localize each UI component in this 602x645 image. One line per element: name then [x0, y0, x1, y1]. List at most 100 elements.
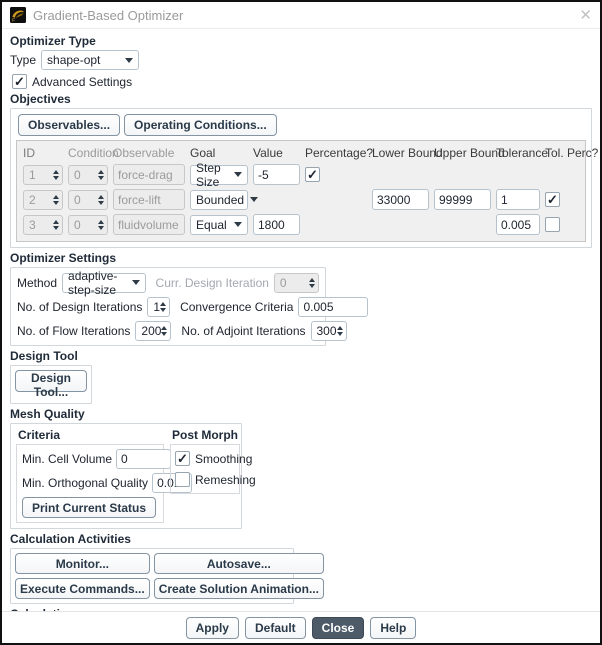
spinner-arrows-icon[interactable]	[336, 325, 343, 336]
spinner-arrows-icon[interactable]	[161, 325, 168, 336]
post-morph-group: Smoothing Remeshing	[170, 444, 256, 494]
id-spinner: 1	[23, 164, 63, 185]
create-solution-animation-button[interactable]: Create Solution Animation...	[153, 578, 324, 599]
remeshing-checkbox[interactable]	[175, 472, 190, 487]
spinner-arrows-icon[interactable]	[53, 194, 59, 205]
min-cell-volume-label: Min. Cell Volume	[22, 452, 113, 466]
curr-design-iteration-spinner: 0	[273, 272, 319, 293]
spinner-arrows-icon[interactable]	[53, 169, 59, 180]
col-header-upper-bound: Upper Bound	[434, 146, 505, 160]
adjoint-iterations-label: No. of Adjoint Iterations	[181, 323, 306, 338]
help-button[interactable]: Help	[370, 616, 417, 639]
dialog-title: Gradient-Based Optimizer	[33, 7, 184, 23]
advanced-settings-label: Advanced Settings	[32, 74, 133, 89]
optimizer-type-section-label: Optimizer Type	[10, 34, 96, 48]
chevron-down-icon	[234, 222, 242, 227]
title-bar: F Gradient-Based Optimizer ✕	[2, 2, 600, 29]
footer-button-bar: Apply Default Close Help	[2, 611, 600, 643]
chevron-down-icon	[125, 57, 134, 63]
objectives-table: ID Condition Observable Goal Value Perce…	[16, 140, 599, 242]
chevron-down-icon	[234, 172, 242, 177]
criteria-group: Min. Cell Volume Min. Orthogonal Quality…	[16, 444, 193, 523]
monitor-button[interactable]: Monitor...	[15, 553, 150, 574]
observable-field	[113, 164, 185, 185]
close-button[interactable]: Close	[311, 616, 365, 639]
spinner-arrows-icon[interactable]	[98, 194, 104, 205]
col-header-tolerance: Tolerance	[496, 146, 549, 160]
percentage-checkbox[interactable]	[305, 167, 320, 182]
goal-dropdown[interactable]: Equal	[190, 214, 248, 235]
print-current-status-button[interactable]: Print Current Status	[22, 497, 157, 518]
spinner-arrows-icon	[309, 277, 315, 288]
col-header-tol-perc: Tol. Perc?	[545, 146, 599, 160]
col-header-value: Value	[253, 146, 283, 160]
design-tool-section-label: Design Tool	[10, 349, 78, 363]
tolerance-input[interactable]	[496, 214, 540, 235]
design-tool-group: Design Tool...	[10, 365, 92, 404]
flow-iterations-label: No. of Flow Iterations	[17, 323, 131, 338]
tolerance-input[interactable]	[496, 189, 540, 210]
adjoint-iterations-spinner[interactable]: 300	[310, 320, 347, 341]
mesh-quality-group: Criteria Min. Cell Volume Min. Orthogona…	[10, 423, 256, 529]
execute-commands-button[interactable]: Execute Commands...	[15, 578, 150, 599]
objectives-group: Observables... Operating Conditions... I…	[10, 108, 599, 248]
convergence-criteria-label: Convergence Criteria	[180, 299, 294, 314]
spinner-arrows-icon[interactable]	[98, 219, 104, 230]
tol-perc-checkbox[interactable]	[545, 217, 560, 232]
smoothing-checkbox[interactable]	[175, 451, 190, 466]
upper-bound-input[interactable]	[434, 189, 491, 210]
goal-dropdown[interactable]: Bounded	[190, 189, 259, 210]
col-header-id: ID	[23, 146, 35, 160]
fluent-logo-icon: F	[10, 7, 26, 23]
value-input[interactable]	[253, 164, 300, 185]
svg-text:F: F	[12, 18, 15, 23]
operating-conditions-button[interactable]: Operating Conditions...	[124, 114, 277, 136]
curr-design-iteration-label: Curr. Design Iteration	[155, 275, 269, 290]
spinner-arrows-icon[interactable]	[98, 169, 104, 180]
tol-perc-checkbox[interactable]	[545, 192, 560, 207]
method-dropdown[interactable]: adaptive-step-size	[62, 269, 146, 297]
goal-dropdown[interactable]: Step Size	[190, 161, 248, 189]
design-tool-button[interactable]: Design Tool...	[15, 370, 87, 399]
flow-iterations-spinner[interactable]: 200	[135, 320, 172, 341]
calculation-activities-group: Monitor... Autosave... Execute Commands.…	[10, 548, 324, 604]
spinner-arrows-icon[interactable]	[160, 301, 167, 312]
optimizer-type-value: shape-opt	[47, 53, 101, 67]
chevron-down-icon	[131, 280, 140, 285]
calculation-activities-section-label: Calculation Activities	[10, 532, 131, 546]
criteria-label: Criteria	[18, 428, 61, 442]
apply-button[interactable]: Apply	[185, 616, 239, 639]
observables-button[interactable]: Observables...	[18, 114, 121, 136]
condition-spinner: 0	[68, 214, 108, 235]
advanced-settings-checkbox[interactable]	[12, 74, 27, 89]
col-header-condition: Condition	[68, 146, 119, 160]
method-label: Method	[17, 275, 58, 290]
condition-spinner: 0	[68, 189, 108, 210]
observable-field	[113, 214, 185, 235]
chevron-down-icon	[250, 197, 259, 202]
id-spinner: 2	[23, 189, 63, 210]
optimizer-settings-group: Method adaptive-step-size Curr. Design I…	[10, 267, 369, 346]
default-button[interactable]: Default	[244, 616, 306, 639]
col-header-lower-bound: Lower Bound	[372, 146, 443, 160]
observable-field	[113, 189, 185, 210]
lower-bound-input[interactable]	[372, 189, 429, 210]
convergence-criteria-input[interactable]	[298, 296, 369, 317]
criteria-column: Criteria Min. Cell Volume Min. Orthogona…	[16, 427, 193, 523]
value-input[interactable]	[253, 214, 300, 235]
col-header-observable: Observable	[113, 146, 175, 160]
spinner-arrows-icon[interactable]	[53, 219, 59, 230]
post-morph-column: Post Morph Smoothing Remeshing	[170, 427, 256, 523]
design-iterations-spinner[interactable]: 1	[147, 296, 171, 317]
gradient-based-optimizer-dialog: F Gradient-Based Optimizer ✕ Optimizer T…	[0, 0, 602, 645]
close-icon[interactable]: ✕	[579, 8, 592, 23]
objectives-section-label: Objectives	[10, 92, 71, 106]
min-cell-volume-input[interactable]	[116, 449, 172, 469]
optimizer-type-dropdown[interactable]: shape-opt	[41, 50, 140, 70]
dialog-body: Optimizer Type Type shape-opt Advanced S…	[2, 29, 600, 611]
autosave-button[interactable]: Autosave...	[153, 553, 324, 574]
optimizer-settings-section-label: Optimizer Settings	[10, 251, 117, 265]
col-header-goal: Goal	[190, 146, 216, 160]
type-label: Type	[10, 53, 37, 67]
post-morph-label: Post Morph	[172, 428, 238, 442]
